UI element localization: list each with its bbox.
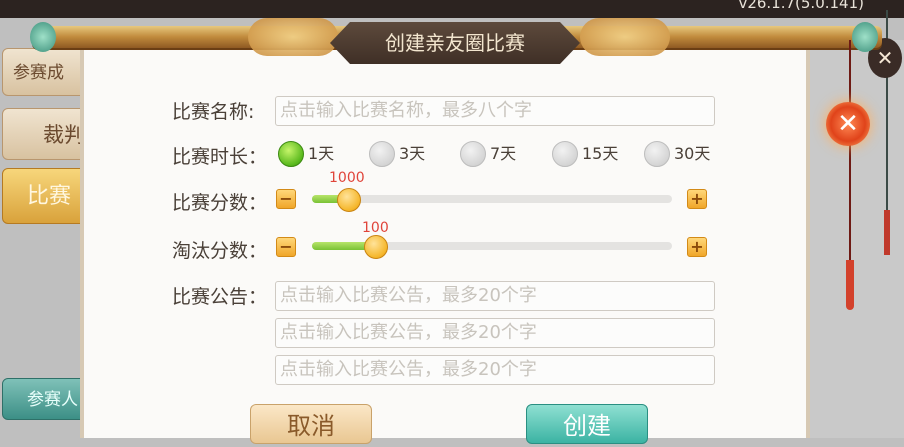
bg-button-participants[interactable]: 参赛人	[2, 378, 88, 420]
elimination-score-value: 100	[362, 220, 389, 236]
roller-cap-right	[852, 22, 878, 52]
cloud-ornament-left	[248, 18, 338, 56]
bg-button-referee[interactable]: 裁判	[2, 108, 88, 160]
slider-handle[interactable]	[337, 188, 361, 212]
elimination-score-slider[interactable]	[312, 235, 672, 259]
bg-button-participant-record[interactable]: 参赛成	[2, 48, 88, 96]
bg-button-match[interactable]: 比赛	[2, 168, 88, 224]
background-left-panel: 参赛成 裁判 比赛 参赛人	[0, 40, 90, 438]
roller-cap-left	[30, 22, 56, 52]
notice-input-2[interactable]: 点击输入比赛公告，最多20个字	[275, 318, 715, 348]
radio-icon	[552, 141, 578, 167]
slider-handle[interactable]	[364, 235, 388, 259]
match-score-label: 比赛分数：	[172, 192, 268, 214]
match-name-label: 比赛名称:	[172, 101, 255, 123]
elimination-score-plus-button[interactable]: +	[687, 237, 707, 257]
notice-input-3[interactable]: 点击输入比赛公告，最多20个字	[275, 355, 715, 385]
duration-label: 比赛时长：	[172, 146, 268, 168]
cloud-ornament-right	[580, 18, 670, 56]
create-button[interactable]: 创建	[526, 404, 648, 444]
match-name-input[interactable]: 点击输入比赛名称，最多八个字	[275, 96, 715, 126]
radio-icon	[460, 141, 486, 167]
elimination-score-label: 淘汰分数：	[172, 240, 268, 262]
radio-icon	[644, 141, 670, 167]
match-score-plus-button[interactable]: +	[687, 189, 707, 209]
match-score-slider[interactable]	[312, 188, 672, 212]
match-score-value: 1000	[329, 170, 365, 186]
radio-selected-icon	[278, 141, 304, 167]
top-status-bar: v26.1.7(5.0.141)	[0, 0, 904, 18]
radio-icon	[369, 141, 395, 167]
notice-input-1[interactable]: 点击输入比赛公告，最多20个字	[275, 281, 715, 311]
close-icon[interactable]: ✕	[826, 102, 870, 146]
version-label: v26.1.7(5.0.141)	[738, 0, 864, 12]
elimination-score-minus-button[interactable]: −	[276, 237, 296, 257]
match-score-minus-button[interactable]: −	[276, 189, 296, 209]
cancel-button[interactable]: 取消	[250, 404, 372, 444]
dialog-title: 创建亲友圈比赛	[385, 31, 525, 55]
notice-label: 比赛公告：	[172, 286, 268, 308]
tassel-decoration-red	[846, 40, 854, 310]
